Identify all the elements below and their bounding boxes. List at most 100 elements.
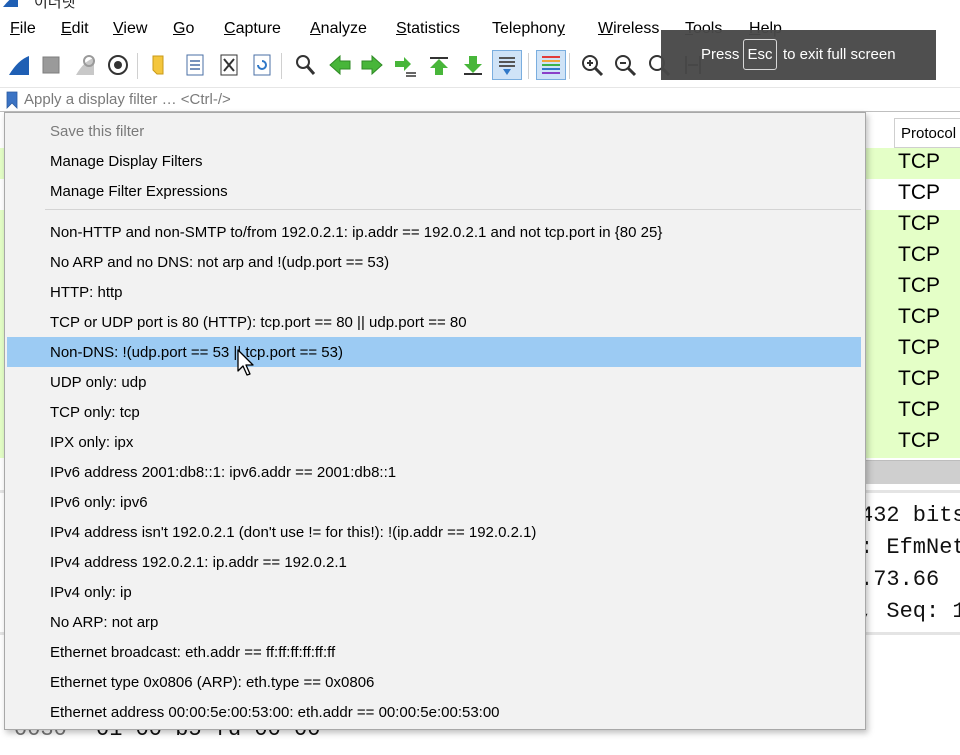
- saved-filter-item[interactable]: No ARP and no DNS: not arp and !(udp.por…: [7, 247, 861, 277]
- dropdown-manage-display-filters[interactable]: Manage Display Filters: [7, 146, 861, 176]
- saved-filter-item[interactable]: TCP only: tcp: [7, 397, 861, 427]
- save-file-button[interactable]: [180, 50, 210, 80]
- zoom-in-button[interactable]: [577, 50, 607, 80]
- saved-filter-item[interactable]: IPv4 only: ip: [7, 577, 861, 607]
- menu-mnemonic: W: [598, 20, 614, 37]
- display-filter-input[interactable]: [24, 89, 924, 110]
- fullscreen-notice: Press Esc to exit full screen: [661, 30, 936, 80]
- colorize-button[interactable]: [536, 50, 566, 80]
- saved-filter-item[interactable]: Ethernet type 0x0806 (ARP): eth.type == …: [7, 667, 861, 697]
- go-last-button[interactable]: [458, 50, 488, 80]
- go-last-icon: [464, 56, 482, 75]
- capture-options-icon: [108, 55, 128, 75]
- open-folder-button[interactable]: [145, 50, 175, 80]
- menu-mnemonic: V: [113, 20, 124, 37]
- stop-button[interactable]: [36, 50, 66, 80]
- mouse-cursor-icon: [237, 349, 254, 376]
- find-button[interactable]: [290, 50, 320, 80]
- go-back-icon: [329, 54, 351, 76]
- shark-fin-start-icon: [9, 56, 29, 75]
- saved-filter-item[interactable]: Ethernet broadcast: eth.addr == ff:ff:ff…: [7, 637, 861, 667]
- go-forward-button[interactable]: [357, 50, 387, 80]
- go-to-packet-button[interactable]: [390, 50, 420, 80]
- packet-protocol: TCP: [898, 212, 940, 235]
- autoscroll-button[interactable]: [492, 50, 522, 80]
- zoom-out-button[interactable]: [610, 50, 640, 80]
- menu-mnemonic: E: [61, 20, 72, 37]
- packet-list-hscrollbar[interactable]: [860, 460, 960, 484]
- reload-icon: [253, 54, 271, 76]
- saved-filter-item[interactable]: UDP only: udp: [7, 367, 861, 397]
- open-folder-icon: [152, 55, 164, 75]
- packet-protocol: TCP: [898, 181, 940, 204]
- saved-filter-item[interactable]: IPv6 only: ipv6: [7, 487, 861, 517]
- restart-icon: [76, 55, 95, 75]
- menu-capture[interactable]: Capture: [224, 20, 281, 38]
- save-file-icon: [186, 54, 204, 76]
- stop-icon: [42, 56, 60, 74]
- saved-filter-item[interactable]: Non-HTTP and non-SMTP to/from 192.0.2.1:…: [7, 217, 861, 247]
- menu-mnemonic: A: [310, 20, 321, 37]
- packet-protocol: TCP: [898, 367, 940, 390]
- packet-detail-line[interactable]: : EfmNet: [860, 535, 960, 560]
- fullscreen-notice-press: Press: [701, 46, 740, 63]
- close-file-icon: [220, 54, 238, 76]
- toolbar-separator: [281, 53, 282, 79]
- go-back-button[interactable]: [325, 50, 355, 80]
- display-filter-dropdown: Save this filter Manage Display Filters Ma…: [4, 112, 866, 730]
- filter-bookmark-icon[interactable]: [3, 91, 21, 109]
- menu-telephony[interactable]: Telephony: [492, 20, 565, 38]
- colorize-icon: [542, 56, 560, 74]
- capture-options-button[interactable]: [103, 50, 133, 80]
- saved-filter-item[interactable]: IPv6 address 2001:db8::1: ipv6.addr == 2…: [7, 457, 861, 487]
- window-title-bar: 이더넷: [0, 0, 960, 14]
- packet-detail-line[interactable]: 432 bits: [860, 503, 960, 528]
- menu-analyze[interactable]: Analyze: [310, 20, 367, 38]
- zoom-out-icon: [615, 55, 637, 77]
- menu-mnemonic: y: [556, 20, 565, 37]
- packet-protocol: TCP: [898, 243, 940, 266]
- toolbar-separator: [528, 53, 529, 79]
- fullscreen-notice-text: to exit full screen: [783, 46, 896, 63]
- menu-file[interactable]: File: [10, 20, 36, 38]
- saved-filter-item[interactable]: IPv4 address 192.0.2.1: ip.addr == 192.0…: [7, 547, 861, 577]
- protocol-column-header[interactable]: Protocol: [894, 118, 960, 148]
- zoom-in-icon: [582, 55, 604, 77]
- menu-mnemonic: G: [173, 20, 186, 37]
- menu-statistics[interactable]: Statistics: [396, 20, 460, 38]
- menu-mnemonic: C: [224, 20, 236, 37]
- restart-button[interactable]: [70, 50, 100, 80]
- saved-filter-item[interactable]: TCP or UDP port is 80 (HTTP): tcp.port =…: [7, 307, 861, 337]
- go-to-packet-icon: [395, 57, 416, 77]
- dropdown-manage-filter-expressions[interactable]: Manage Filter Expressions: [7, 176, 861, 206]
- saved-filter-item[interactable]: Non-DNS: !(udp.port == 53 || tcp.port ==…: [7, 337, 861, 367]
- dropdown-separator: [45, 209, 861, 210]
- packet-protocol: TCP: [898, 305, 940, 328]
- wireshark-logo-icon: [3, 0, 18, 7]
- close-file-button[interactable]: [214, 50, 244, 80]
- saved-filter-item[interactable]: IPX only: ipx: [7, 427, 861, 457]
- packet-protocol: TCP: [898, 150, 940, 173]
- packet-detail-line[interactable]: .73.66: [860, 567, 939, 592]
- menu-go[interactable]: Go: [173, 20, 194, 38]
- packet-detail-line[interactable]: , Seq: 1: [860, 599, 960, 624]
- go-first-icon: [430, 57, 448, 75]
- toolbar-separator: [137, 53, 138, 79]
- shark-fin-start-button[interactable]: [4, 50, 34, 80]
- saved-filter-item[interactable]: Ethernet address 00:00:5e:00:53:00: eth.…: [7, 697, 861, 727]
- saved-filter-item[interactable]: IPv4 address isn't 192.0.2.1 (don't use …: [7, 517, 861, 547]
- go-forward-icon: [361, 54, 383, 76]
- menu-view[interactable]: View: [113, 20, 147, 38]
- autoscroll-icon: [499, 57, 515, 75]
- packet-protocol: TCP: [898, 274, 940, 297]
- menu-wireless[interactable]: Wireless: [598, 20, 659, 38]
- display-filter-bar: [0, 88, 960, 112]
- saved-filter-item[interactable]: HTTP: http: [7, 277, 861, 307]
- saved-filter-item[interactable]: No ARP: not arp: [7, 607, 861, 637]
- go-first-button[interactable]: [424, 50, 454, 80]
- reload-button[interactable]: [247, 50, 277, 80]
- menu-edit[interactable]: Edit: [61, 20, 89, 38]
- packet-protocol: TCP: [898, 398, 940, 421]
- find-icon: [296, 55, 316, 75]
- dropdown-save-this-filter: Save this filter: [50, 123, 145, 140]
